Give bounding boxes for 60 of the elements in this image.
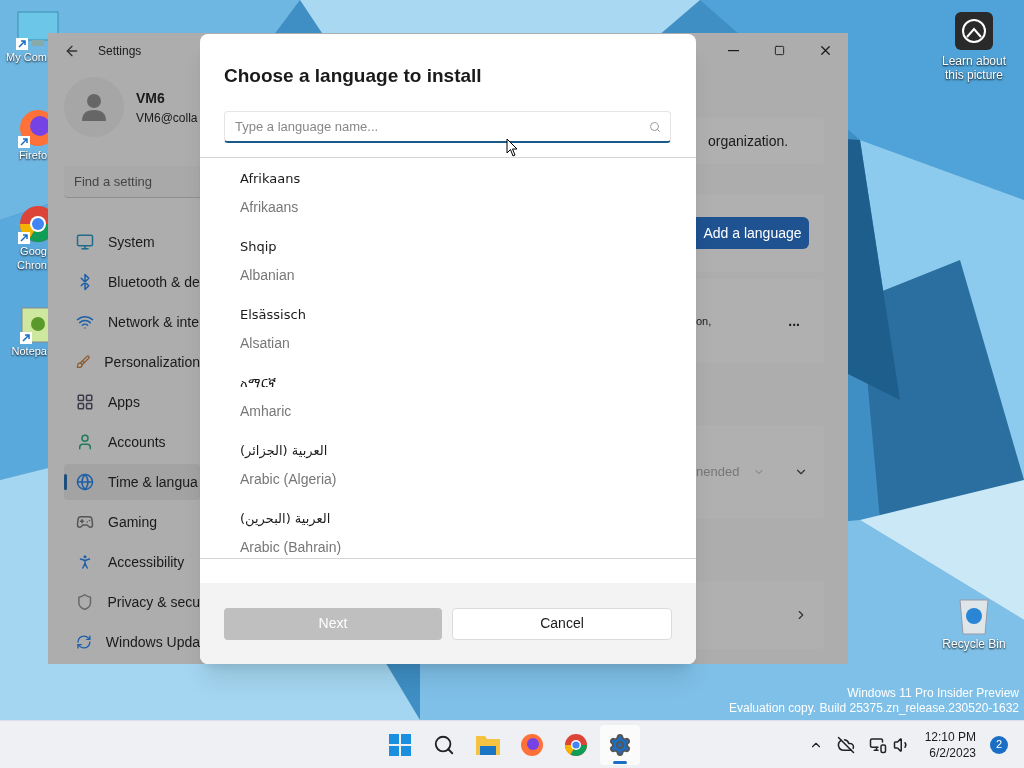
wifi-icon — [76, 313, 94, 331]
recycle-bin-icon — [956, 596, 992, 636]
notification-badge[interactable]: 2 — [990, 735, 1008, 754]
cancel-button[interactable]: Cancel — [452, 607, 672, 640]
language-item[interactable]: አማርኛ Amharic — [200, 374, 696, 442]
spotlight-button[interactable] — [955, 12, 993, 50]
active-indicator — [613, 761, 627, 764]
clock[interactable]: 12:10 PM 6/2/2023 — [924, 728, 976, 761]
nav-item[interactable]: System — [64, 224, 200, 260]
nav-item[interactable]: Privacy & secu — [64, 584, 200, 620]
search-icon — [649, 120, 661, 133]
selection-indicator — [64, 474, 67, 490]
cloud-off-icon[interactable] — [836, 735, 855, 754]
brush-icon — [76, 353, 91, 371]
language-item[interactable]: Elsässisch Alsatian — [200, 306, 696, 374]
nav-item[interactable]: Accounts — [64, 424, 200, 460]
card-text: organization. — [708, 131, 789, 151]
nav-item[interactable]: Bluetooth & de — [64, 264, 200, 300]
nav-item[interactable]: Apps — [64, 384, 200, 420]
shortcut-arrow-icon — [16, 38, 28, 50]
windows-logo-icon — [388, 733, 412, 757]
settings-icon — [608, 733, 632, 757]
search-icon — [433, 734, 455, 756]
maximize-icon — [773, 45, 785, 56]
chrome-icon — [564, 733, 588, 757]
nav-item[interactable]: Network & inte — [64, 304, 200, 340]
mouse-cursor-icon — [506, 138, 518, 157]
minimize-icon — [727, 49, 739, 52]
firefox-icon — [520, 733, 544, 757]
nav-item[interactable]: Personalization — [64, 344, 200, 380]
shield-icon — [76, 593, 94, 611]
window-title: Settings — [98, 42, 142, 60]
globe-icon — [76, 473, 94, 491]
update-icon — [76, 633, 92, 651]
spotlight-label: Learn about this picture — [940, 54, 1008, 82]
dialog-title: Choose a language to install — [224, 64, 483, 88]
user-name: VM6 — [136, 88, 166, 108]
monitor-icon — [76, 233, 94, 251]
more-button[interactable]: ... — [788, 310, 800, 332]
watermark-text: Evaluation copy. Build 25375.zn_release.230520-1632 — [729, 701, 1019, 716]
language-item[interactable]: Shqip Albanian — [200, 238, 696, 306]
person-icon — [76, 433, 94, 451]
nav-item[interactable]: Gaming — [64, 504, 200, 540]
apps-icon — [76, 393, 94, 411]
shortcut-arrow-icon — [18, 136, 30, 148]
shortcut-arrow-icon — [18, 232, 30, 244]
gamepad-icon — [76, 513, 94, 531]
language-search-field[interactable]: Type a language name... — [224, 110, 671, 143]
nav-item[interactable]: Windows Upda — [64, 624, 200, 660]
compass-icon — [961, 18, 987, 44]
nav-item[interactable]: Time & langua — [64, 464, 200, 500]
folder-icon — [475, 734, 501, 756]
watermark-text: Windows 11 Pro Insider Preview — [847, 686, 1019, 701]
shortcut-arrow-icon — [20, 332, 32, 344]
nav-item[interactable]: Accessibility — [64, 544, 200, 580]
network-icon[interactable] — [868, 735, 887, 754]
add-language-button[interactable]: Add a language — [696, 217, 809, 249]
card-text: on, — [696, 313, 712, 329]
user-email: VM6@colla — [136, 109, 198, 127]
taskbar-button[interactable] — [600, 725, 640, 765]
